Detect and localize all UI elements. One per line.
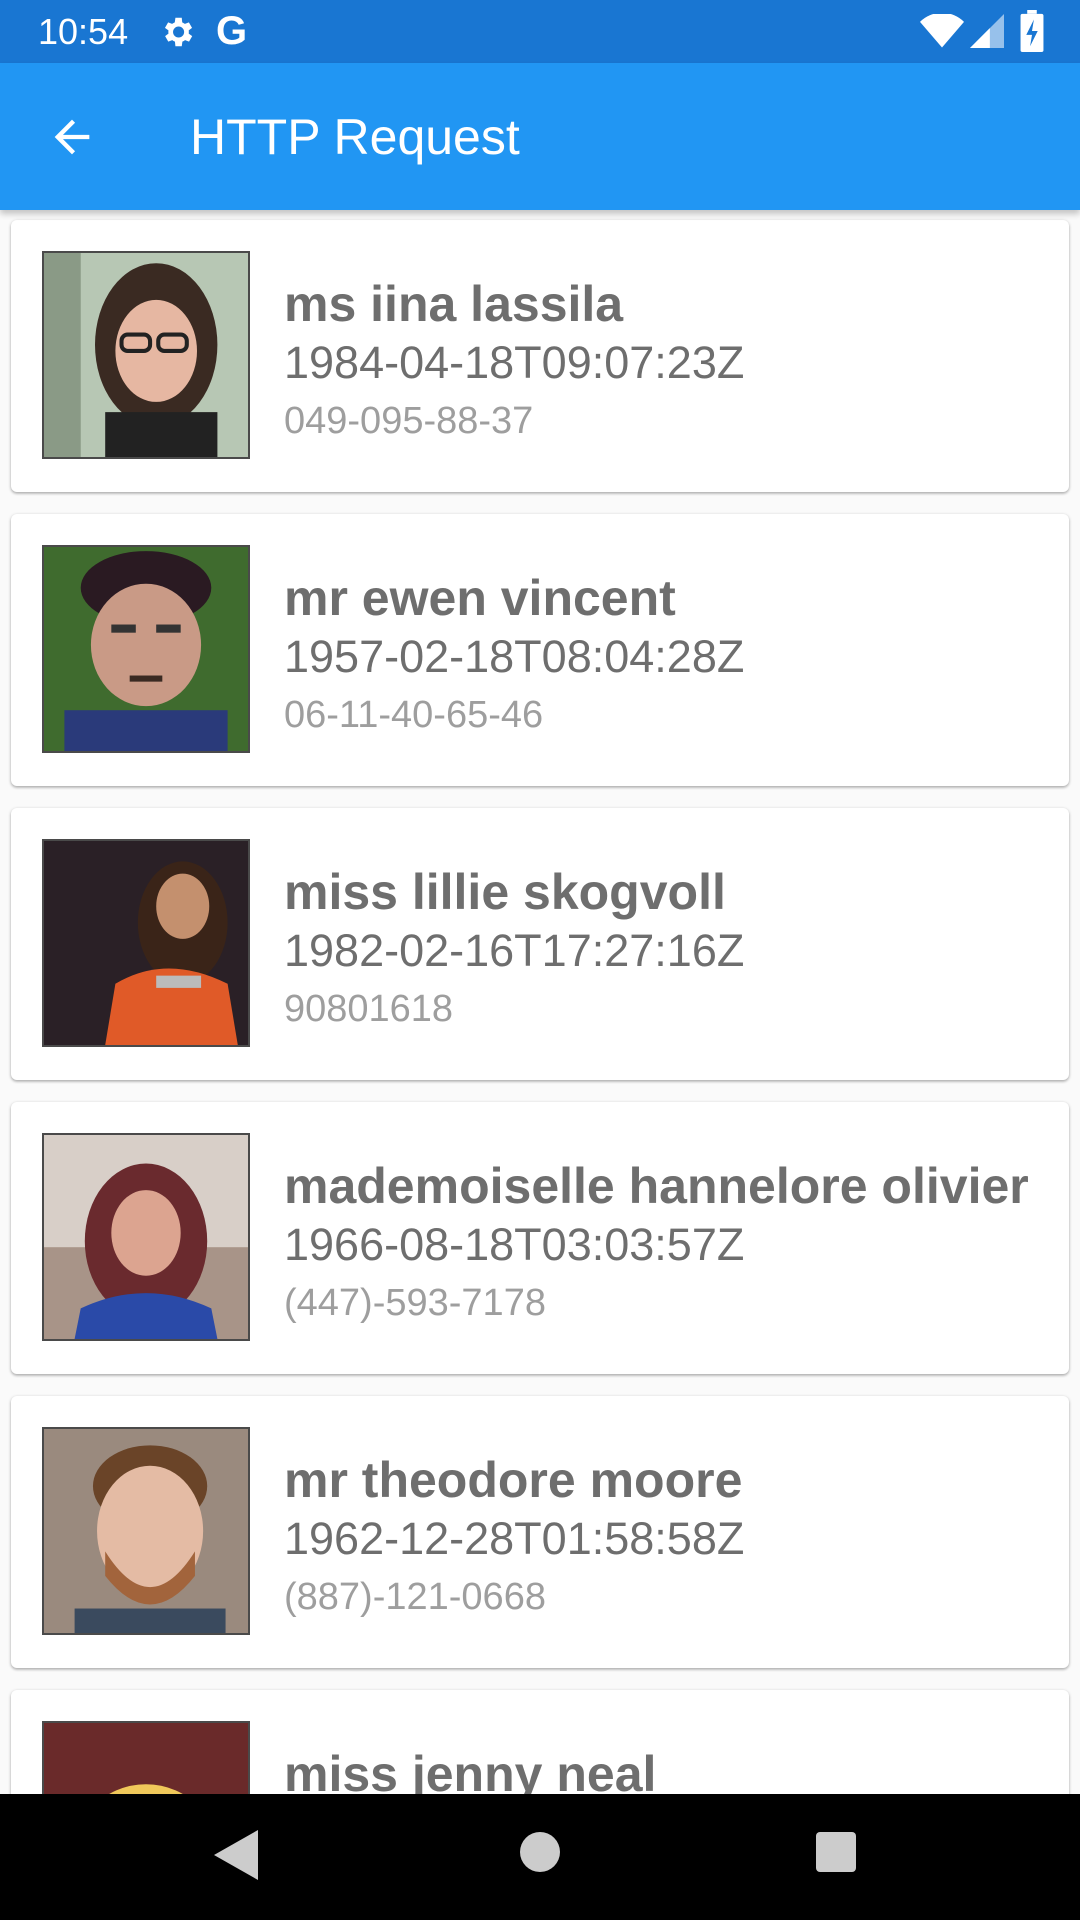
person-phone: 90801618 (284, 988, 454, 1030)
avatar (42, 251, 250, 459)
page-title: HTTP Request (190, 109, 520, 165)
signal-icon (970, 14, 1004, 48)
person-phone: (447)-593-7178 (284, 1282, 546, 1324)
recents-square-icon[interactable] (816, 1832, 856, 1872)
person-name: mademoiselle hannelore olivier (284, 1158, 1029, 1214)
person-name: miss jenny neal (284, 1746, 657, 1794)
app-bar: HTTP Request (0, 63, 1080, 210)
person-name: ms iina lassila (284, 276, 624, 332)
person-card[interactable]: miss jenny neal (11, 1690, 1069, 1794)
status-bar: 10:54 G (0, 0, 1080, 63)
google-g-icon: G (216, 9, 248, 53)
person-card[interactable]: mr ewen vincent 1957-02-18T08:04:28Z 06-… (11, 514, 1069, 786)
person-phone: (887)-121-0668 (284, 1576, 546, 1618)
person-card[interactable]: miss lillie skogvoll 1982-02-16T17:27:16… (11, 808, 1069, 1080)
avatar (42, 1721, 250, 1794)
person-name: miss lillie skogvoll (284, 864, 726, 920)
person-dob: 1982-02-16T17:27:16Z (284, 925, 745, 976)
battery-charging-icon (1020, 10, 1044, 52)
person-card[interactable]: mr theodore moore 1962-12-28T01:58:58Z (… (11, 1396, 1069, 1668)
person-name: mr theodore moore (284, 1452, 743, 1508)
person-dob: 1966-08-18T03:03:57Z (284, 1219, 745, 1270)
person-phone: 06-11-40-65-46 (284, 694, 544, 736)
home-circle-icon[interactable] (520, 1832, 560, 1872)
person-name: mr ewen vincent (284, 570, 676, 626)
avatar (42, 545, 250, 753)
avatar (42, 839, 250, 1047)
person-dob: 1962-12-28T01:58:58Z (284, 1513, 745, 1564)
people-list[interactable]: ms iina lassila 1984-04-18T09:07:23Z 049… (0, 210, 1080, 1794)
person-card[interactable]: ms iina lassila 1984-04-18T09:07:23Z 049… (11, 220, 1069, 492)
status-time: 10:54 (38, 11, 129, 52)
person-dob: 1957-02-18T08:04:28Z (284, 631, 745, 682)
avatar (42, 1133, 250, 1341)
person-dob: 1984-04-18T09:07:23Z (284, 337, 745, 388)
back-button[interactable] (46, 111, 98, 163)
wifi-icon (920, 14, 964, 48)
navigation-bar (0, 1794, 1080, 1920)
back-triangle-icon[interactable] (214, 1830, 258, 1880)
person-phone: 049-095-88-37 (284, 400, 534, 442)
person-card[interactable]: mademoiselle hannelore olivier 1966-08-1… (11, 1102, 1069, 1374)
avatar (42, 1427, 250, 1635)
gear-icon (164, 17, 193, 47)
